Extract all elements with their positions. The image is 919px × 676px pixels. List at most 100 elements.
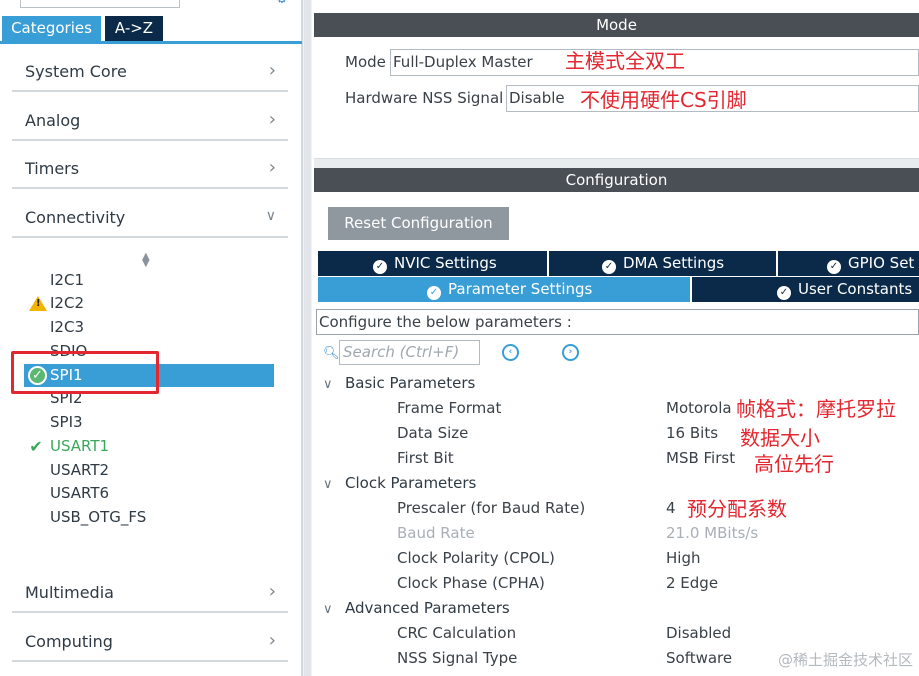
category-label: Connectivity	[25, 208, 126, 227]
nss-annotation: 不使用硬件CS引脚	[580, 88, 747, 112]
chevron-right-icon: ›	[268, 109, 276, 130]
tab-dma-settings[interactable]: ✓ DMA Settings	[549, 251, 776, 276]
param-label-crc: CRC Calculation	[397, 624, 517, 642]
param-value-cpol[interactable]: High	[666, 548, 700, 568]
left-panel: ⚙ Categories A->Z System Core › Analog ›…	[0, 0, 302, 676]
annotation-first-bit: 高位先行	[754, 452, 834, 476]
category-label: Analog	[25, 111, 81, 130]
left-scrollbar[interactable]	[302, 0, 312, 676]
param-value-frame-format[interactable]: Motorola	[666, 398, 732, 418]
peripheral-label: USART2	[50, 461, 110, 479]
mode-label: Mode	[345, 53, 386, 71]
chevron-down-icon: ∨	[323, 477, 333, 492]
category-label: System Core	[25, 62, 127, 81]
category-analog[interactable]: Analog ›	[12, 97, 288, 141]
category-tabs: Categories A->Z	[0, 16, 302, 44]
section-title: Basic Parameters	[345, 374, 476, 392]
param-label-first-bit: First Bit	[397, 449, 454, 467]
category-label: Timers	[25, 159, 80, 178]
chevron-right-icon: ›	[268, 630, 276, 651]
search-input[interactable]: Search (Ctrl+F)	[339, 340, 480, 365]
mode-value: Full-Duplex Master	[393, 53, 533, 71]
peripheral-i2c1[interactable]: I2C1	[24, 269, 274, 292]
mode-area: Mode Full-Duplex Master 主模式全双工 Hardware …	[314, 37, 919, 159]
category-multimedia[interactable]: Multimedia ›	[12, 569, 288, 613]
section-basic-parameters[interactable]: ∨ Basic Parameters	[323, 373, 475, 395]
divider	[314, 159, 919, 168]
peripheral-label: USART6	[50, 484, 110, 502]
nss-label: Hardware NSS Signal	[345, 89, 504, 107]
top-search-input[interactable]	[20, 0, 180, 8]
param-value-prescaler[interactable]: 4	[666, 498, 676, 518]
peripheral-label: USART1	[50, 437, 110, 455]
category-connectivity[interactable]: Connectivity ∨	[12, 194, 288, 238]
category-system-core[interactable]: System Core ›	[12, 48, 288, 92]
peripheral-label: I2C1	[50, 271, 84, 289]
check-icon: ✓	[427, 286, 441, 300]
section-title: Clock Parameters	[345, 474, 477, 492]
warning-icon	[26, 292, 47, 315]
check-icon: ✓	[602, 260, 616, 274]
chevron-right-icon: ›	[268, 60, 276, 81]
param-value-cpha[interactable]: 2 Edge	[666, 573, 718, 593]
chevron-down-icon: ∨	[265, 208, 276, 224]
configuration-header: Configuration	[314, 168, 919, 192]
next-match-icon[interactable]: ›	[562, 344, 579, 361]
param-label-data-size: Data Size	[397, 424, 469, 442]
param-label-baud-rate: Baud Rate	[397, 524, 475, 542]
right-panel: Mode Mode Full-Duplex Master 主模式全双工 Hard…	[314, 0, 919, 676]
tab-nvic-settings[interactable]: ✓ NVIC Settings	[318, 251, 547, 276]
chevron-right-icon: ›	[268, 157, 276, 178]
peripheral-usart2[interactable]: USART2	[24, 459, 274, 482]
peripheral-i2c2[interactable]: I2C2	[24, 292, 274, 315]
tab-a-to-z[interactable]: A->Z	[105, 16, 163, 41]
mode-annotation: 主模式全双工	[565, 49, 685, 73]
tab-user-constants[interactable]: ✓ User Constants	[692, 277, 919, 302]
chevron-right-icon: ›	[268, 581, 276, 602]
param-label-frame-format: Frame Format	[397, 399, 502, 417]
tab-label: GPIO Set	[848, 254, 915, 272]
tab-categories[interactable]: Categories	[2, 16, 101, 41]
peripheral-i2c3[interactable]: I2C3	[24, 316, 274, 339]
param-value-first-bit[interactable]: MSB First	[666, 448, 735, 468]
param-label-nss-type: NSS Signal Type	[397, 649, 518, 667]
highlight-box	[11, 351, 159, 394]
gear-icon[interactable]: ⚙	[276, 0, 290, 6]
configure-text: Configure the below parameters :	[316, 309, 919, 335]
param-value-crc[interactable]: Disabled	[666, 623, 731, 643]
tab-parameter-settings[interactable]: ✓ Parameter Settings	[318, 277, 690, 302]
peripheral-usb-otg-fs[interactable]: USB_OTG_FS	[24, 506, 274, 529]
watermark: @稀土掘金技术社区	[777, 651, 913, 669]
category-timers[interactable]: Timers ›	[12, 145, 288, 189]
peripheral-usart1[interactable]: ✔ USART1	[24, 435, 274, 458]
tab-label: Parameter Settings	[448, 280, 593, 298]
check-icon: ✓	[777, 286, 791, 300]
category-label: Computing	[25, 632, 113, 651]
check-icon: ✓	[827, 260, 841, 274]
section-advanced-parameters[interactable]: ∨ Advanced Parameters	[323, 598, 510, 620]
search-icon: 🔍︎	[323, 346, 340, 361]
peripheral-usart6[interactable]: USART6	[24, 482, 274, 505]
peripheral-label: USB_OTG_FS	[50, 508, 147, 526]
tab-gpio-settings[interactable]: ✓ GPIO Set	[778, 251, 919, 276]
mode-header: Mode	[314, 13, 919, 37]
peripheral-label: I2C3	[50, 318, 84, 336]
annotation-data-size: 数据大小	[740, 426, 820, 450]
param-value-baud-rate: 21.0 MBits/s	[666, 524, 759, 542]
peripheral-label: I2C2	[50, 294, 84, 312]
annotation-prescaler: 预分配系数	[687, 497, 787, 521]
param-label-prescaler: Prescaler (for Baud Rate)	[397, 499, 586, 517]
tab-label: NVIC Settings	[394, 254, 497, 272]
nss-value: Disable	[509, 89, 565, 107]
scrollbar-thumb[interactable]	[304, 0, 311, 676]
reset-configuration-button[interactable]: Reset Configuration	[328, 207, 509, 240]
category-computing[interactable]: Computing ›	[12, 618, 288, 662]
param-value-nss-type[interactable]: Software	[666, 648, 732, 668]
scroll-down-icon[interactable]: ▼	[142, 259, 150, 269]
chevron-down-icon: ∨	[323, 602, 333, 617]
param-value-data-size[interactable]: 16 Bits	[666, 423, 718, 443]
previous-match-icon[interactable]: ‹	[502, 344, 519, 361]
section-clock-parameters[interactable]: ∨ Clock Parameters	[323, 473, 476, 495]
annotation-frame-format: 帧格式：摩托罗拉	[736, 397, 896, 421]
peripheral-spi3[interactable]: SPI3	[24, 411, 274, 434]
